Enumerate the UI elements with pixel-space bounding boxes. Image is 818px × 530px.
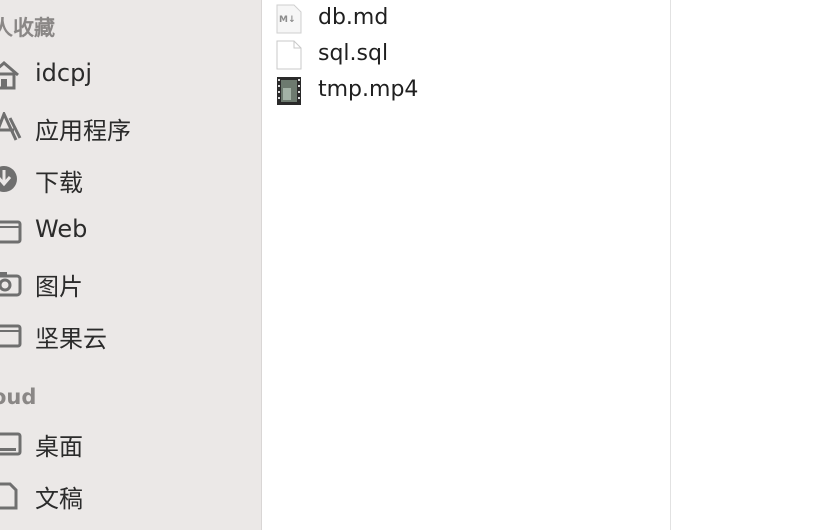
finder-sidebar: 人收藏 idcpj 应用程序 下载 Web xyxy=(0,0,262,530)
sidebar-item-applications[interactable]: 应用程序 xyxy=(0,106,261,146)
downloads-icon xyxy=(0,166,17,192)
video-file-icon xyxy=(277,77,301,105)
documents-icon xyxy=(0,482,18,510)
sidebar-item-desktop[interactable]: 桌面 xyxy=(0,422,261,462)
favorites-header: 人收藏 xyxy=(0,16,55,40)
home-icon xyxy=(0,61,19,90)
desktop-icon xyxy=(0,432,22,456)
sidebar-item-label: idcpj xyxy=(35,59,92,87)
file-list-column: M↓ db.md sql.sql tmp.mp4 xyxy=(262,0,671,530)
file-row[interactable]: sql.sql xyxy=(262,37,670,73)
folder-icon xyxy=(0,324,22,348)
file-name: sql.sql xyxy=(318,41,389,66)
sidebar-item-idcpj[interactable]: idcpj xyxy=(0,54,261,94)
sidebar-item-web[interactable]: Web xyxy=(0,210,261,250)
sidebar-item-label: 下载 xyxy=(35,169,83,197)
icloud-header: oud xyxy=(0,385,37,409)
sidebar-item-downloads[interactable]: 下载 xyxy=(0,158,261,198)
applications-icon xyxy=(0,112,22,141)
file-name: tmp.mp4 xyxy=(318,77,419,102)
sidebar-item-pictures[interactable]: 图片 xyxy=(0,262,261,302)
file-name: db.md xyxy=(318,5,389,30)
sidebar-item-label: 文稿 xyxy=(35,485,83,513)
sidebar-item-jianguoyun[interactable]: 坚果云 xyxy=(0,314,261,354)
preview-column xyxy=(671,0,818,530)
svg-text:M↓: M↓ xyxy=(279,15,296,25)
sidebar-item-label: 坚果云 xyxy=(35,325,107,353)
markdown-file-icon: M↓ xyxy=(276,4,302,34)
file-row[interactable]: tmp.mp4 xyxy=(262,73,670,109)
sidebar-item-label: 桌面 xyxy=(35,433,83,461)
folder-icon xyxy=(0,220,22,244)
sidebar-item-label: Web xyxy=(35,215,88,243)
camera-icon xyxy=(0,272,22,297)
sidebar-item-label: 应用程序 xyxy=(35,117,131,145)
sidebar-item-documents[interactable]: 文稿 xyxy=(0,474,261,514)
file-row[interactable]: M↓ db.md xyxy=(262,1,670,37)
sidebar-item-label: 图片 xyxy=(35,273,83,301)
blank-file-icon xyxy=(276,40,302,70)
